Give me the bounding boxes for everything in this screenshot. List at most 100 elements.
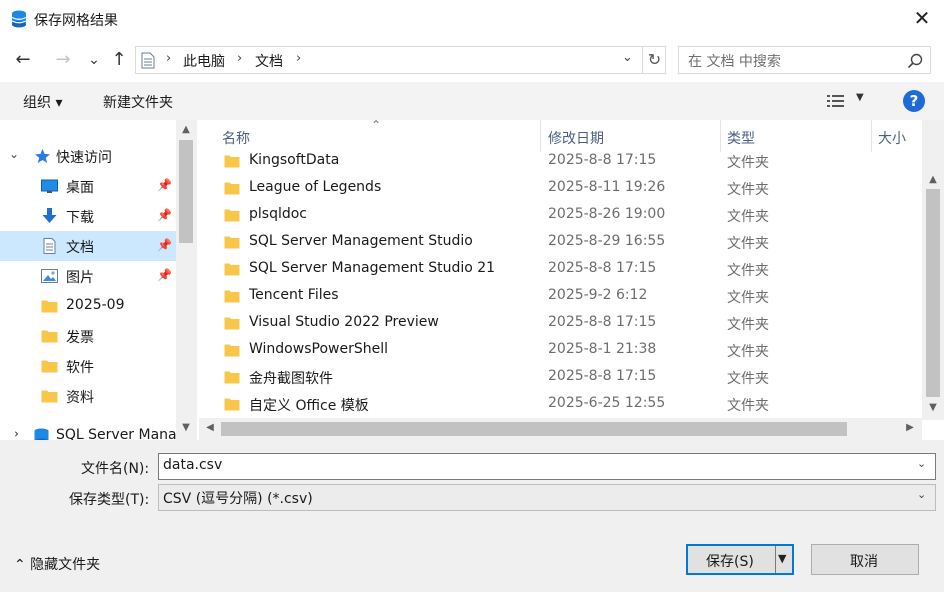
file-name: 金舟截图软件 — [249, 371, 333, 387]
scroll-up-arrow-icon[interactable]: ▲ — [179, 124, 193, 138]
forward-arrow-icon[interactable]: → — [52, 50, 74, 70]
file-row[interactable]: Visual Studio 2022 Preview 2025-8-8 17:1… — [199, 310, 921, 337]
expand-chevron-icon[interactable]: ⌄ — [7, 429, 21, 439]
file-date: 2025-9-2 6:12 — [548, 287, 648, 303]
scroll-up-arrow-icon[interactable]: ▲ — [926, 174, 940, 188]
new-folder-button[interactable]: 新建文件夹 — [103, 92, 173, 112]
organize-menu-button[interactable]: 组织 ▾ — [23, 92, 62, 112]
file-type: 文件夹 — [727, 155, 769, 171]
sidebar-item-documents[interactable]: 文档 📌 — [0, 231, 176, 261]
address-dropdown-icon[interactable]: ⌄ — [622, 50, 633, 65]
file-date: 2025-8-26 19:00 — [548, 206, 666, 222]
folder-icon — [41, 390, 58, 403]
file-row[interactable]: 金舟截图软件 2025-8-8 17:15 文件夹 — [199, 364, 921, 391]
search-placeholder: 在 文档 中搜索 — [688, 54, 781, 70]
filetype-dropdown-icon[interactable]: ⌄ — [917, 488, 926, 501]
filename-input[interactable]: data.csv ⌄ — [158, 453, 936, 480]
sidebar-item-materials[interactable]: 资料 — [0, 381, 176, 411]
file-name: Visual Studio 2022 Preview — [249, 314, 439, 330]
file-row[interactable]: KingsoftData 2025-8-8 17:15 文件夹 — [199, 148, 921, 175]
file-row[interactable]: WindowsPowerShell 2025-8-1 21:38 文件夹 — [199, 337, 921, 364]
file-list-vertical-scrollbar[interactable]: ▲ ▼ — [922, 120, 944, 420]
folder-icon — [224, 317, 240, 330]
pictures-icon — [41, 269, 58, 283]
file-name: SQL Server Management Studio 21 — [249, 260, 496, 276]
folder-icon — [224, 182, 240, 195]
expand-chevron-icon[interactable]: ⌄ — [9, 147, 19, 161]
sidebar-item-sql-server[interactable]: ⌄ SQL Server Mana — [0, 421, 177, 440]
scroll-down-arrow-icon[interactable]: ▼ — [179, 422, 193, 436]
sidebar-item-invoices[interactable]: 发票 — [0, 321, 176, 351]
help-icon[interactable]: ? — [903, 90, 925, 112]
view-details-icon[interactable] — [826, 94, 846, 108]
star-icon — [35, 149, 50, 163]
filetype-select[interactable]: CSV (逗号分隔) (*.csv) ⌄ — [158, 484, 936, 511]
sidebar-item-label: 文档 — [66, 240, 94, 256]
breadcrumb-this-pc[interactable]: 此电脑 — [183, 51, 225, 71]
file-type: 文件夹 — [727, 209, 769, 225]
save-options-panel: 文件名(N): data.csv ⌄ 保存类型(T): CSV (逗号分隔) (… — [0, 440, 944, 592]
folder-icon — [224, 344, 240, 357]
sidebar-item-software[interactable]: 软件 — [0, 351, 176, 381]
scroll-left-arrow-icon[interactable]: ◀ — [203, 422, 217, 436]
breadcrumb-separator-icon[interactable]: › — [296, 51, 301, 66]
sidebar-item-downloads[interactable]: 下载 📌 — [0, 201, 176, 231]
scroll-down-arrow-icon[interactable]: ▼ — [926, 402, 940, 416]
sidebar-item-label: 快速访问 — [56, 150, 112, 166]
file-date: 2025-8-1 21:38 — [548, 341, 657, 357]
pin-icon: 📌 — [157, 238, 172, 252]
search-input[interactable]: 在 文档 中搜索 — [678, 46, 931, 74]
sidebar-scrollbar[interactable]: ▲ ▼ — [176, 120, 197, 440]
file-row[interactable]: plsqldoc 2025-8-26 19:00 文件夹 — [199, 202, 921, 229]
file-list: ⌃ 名称 修改日期 类型 大小 KingsoftData 2025-8-8 17… — [199, 120, 944, 440]
folder-icon — [224, 371, 240, 384]
pin-icon: 📌 — [157, 208, 172, 222]
file-date: 2025-8-29 16:55 — [548, 233, 666, 249]
file-row[interactable]: SQL Server Management Studio 21 2025-8-8… — [199, 256, 921, 283]
search-icon — [907, 53, 923, 69]
horizontal-scrollbar-thumb[interactable] — [221, 422, 847, 436]
refresh-icon[interactable]: ↻ — [642, 47, 666, 73]
scroll-right-arrow-icon[interactable]: ▶ — [903, 422, 917, 436]
filename-dropdown-icon[interactable]: ⌄ — [917, 457, 926, 470]
file-row[interactable]: 自定义 Office 模板 2025-6-25 12:55 文件夹 — [199, 391, 921, 418]
file-row[interactable]: Tencent Files 2025-9-2 6:12 文件夹 — [199, 283, 921, 310]
recent-locations-chevron-icon[interactable]: ⌄ — [83, 50, 105, 70]
hide-folders-button[interactable]: ⌃ 隐藏文件夹 — [14, 554, 100, 574]
file-date: 2025-8-8 17:15 — [548, 314, 657, 330]
view-options-dropdown-icon[interactable]: ▼ — [856, 92, 864, 103]
file-type: 文件夹 — [727, 236, 769, 252]
pin-icon: 📌 — [157, 178, 172, 192]
breadcrumb-documents[interactable]: 文档 — [255, 51, 283, 71]
sidebar-item-desktop[interactable]: 桌面 📌 — [0, 171, 176, 201]
file-name: plsqldoc — [249, 206, 307, 222]
save-split-divider — [775, 546, 776, 573]
folder-icon — [41, 360, 58, 373]
database-icon — [34, 428, 49, 440]
save-options-dropdown-icon[interactable]: ▼ — [778, 552, 786, 565]
breadcrumb-separator-icon[interactable]: › — [166, 51, 171, 66]
sort-ascending-caret-icon: ⌃ — [371, 120, 382, 132]
file-type: 文件夹 — [727, 182, 769, 198]
file-list-horizontal-scrollbar[interactable]: ◀ ▶ — [199, 418, 922, 440]
file-date: 2025-8-8 17:15 — [548, 152, 657, 168]
save-button[interactable]: 保存(S) ▼ — [686, 544, 794, 575]
close-icon[interactable]: ✕ — [912, 8, 932, 28]
file-type: 文件夹 — [727, 290, 769, 306]
file-row[interactable]: SQL Server Management Studio 2025-8-29 1… — [199, 229, 921, 256]
file-row[interactable]: League of Legends 2025-8-11 19:26 文件夹 — [199, 175, 921, 202]
up-arrow-icon[interactable]: ↑ — [108, 50, 130, 70]
back-arrow-icon[interactable]: ← — [12, 50, 34, 70]
navigation-pane: ⌄ 快速访问 桌面 📌 下载 📌 文档 📌 图片 📌 2025-09 发票 软件… — [0, 120, 197, 440]
cancel-button[interactable]: 取消 — [811, 544, 919, 575]
sidebar-item-label: 图片 — [66, 270, 94, 286]
address-bar[interactable]: › 此电脑 › 文档 › ⌄ ↻ — [135, 46, 666, 74]
sidebar-item-pictures[interactable]: 图片 📌 — [0, 261, 176, 291]
sidebar-item-2025-09[interactable]: 2025-09 — [0, 291, 176, 321]
vertical-scrollbar-thumb[interactable] — [926, 189, 940, 397]
title-bar: 保存网格结果 ✕ — [0, 0, 944, 38]
folder-icon — [224, 263, 240, 276]
sidebar-item-quick-access[interactable]: ⌄ 快速访问 — [0, 141, 176, 171]
breadcrumb-separator-icon[interactable]: › — [237, 51, 242, 66]
sidebar-scrollbar-thumb[interactable] — [179, 140, 193, 243]
